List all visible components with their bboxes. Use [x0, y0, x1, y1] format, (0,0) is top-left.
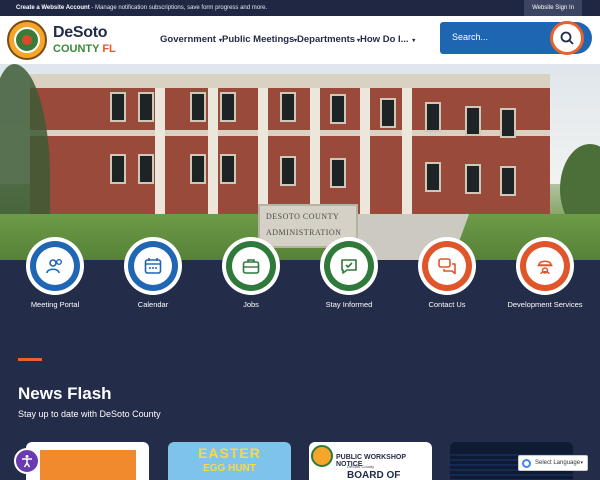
people-icon [46, 259, 62, 274]
chevron-down-icon: ▾ [580, 460, 583, 466]
briefcase-icon [242, 259, 260, 274]
news-card-easter-egg-hunt[interactable]: EASTER EGG HUNT [168, 442, 291, 480]
quick-link-label: Development Services [507, 300, 583, 309]
news-card[interactable] [26, 442, 149, 480]
news-card-org: DeSoto County [347, 464, 375, 469]
message-icon [341, 259, 357, 274]
search-button[interactable] [550, 21, 584, 55]
news-card-subheadline: EGG HUNT [203, 463, 256, 474]
brand-county: COUNTY [53, 43, 100, 55]
nav-how-do-i-label: How Do I... [360, 34, 409, 45]
news-card-headline: EASTER [198, 445, 261, 461]
hero-image: DESOTO COUNTY ADMINISTRATION [0, 64, 600, 260]
create-account-link[interactable]: Create a Website Account - Manage notifi… [16, 5, 267, 11]
quick-link-label: Contact Us [428, 300, 466, 309]
quick-link-label: Jobs [243, 300, 259, 309]
calendar-icon [144, 258, 162, 274]
news-card-public-workshop[interactable]: PUBLIC WORKSHOP NOTICE DeSoto County BOA… [309, 442, 432, 480]
search-input[interactable]: Search... [452, 32, 488, 42]
nav-departments-label: Departments [297, 34, 356, 45]
search-icon [560, 31, 574, 45]
language-selector[interactable]: Select Language ▾ [518, 455, 588, 471]
section-accent-bar [18, 358, 42, 361]
chevron-down-icon: ▾ [412, 38, 416, 44]
news-flash-title: News Flash [18, 384, 112, 403]
utility-bar: Create a Website Account - Manage notifi… [0, 0, 600, 16]
sign-line-2: ADMINISTRATION [266, 228, 342, 237]
county-seal-icon [311, 445, 333, 467]
sign-line-1: DESOTO COUNTY [266, 212, 340, 221]
quick-link-label: Meeting Portal [30, 300, 80, 309]
nav-how-do-i[interactable]: ▾How Do I... ▾ [356, 34, 415, 45]
language-selector-label: Select Language [535, 460, 581, 466]
brand-state: FL [102, 43, 116, 55]
nav-departments[interactable]: ▾Departments [293, 34, 355, 45]
quick-link-label: Stay Informed [325, 300, 373, 309]
nav-public-meetings[interactable]: ▾Public Meetings [218, 34, 294, 45]
news-flash-subtitle: Stay up to date with DeSoto County [18, 409, 161, 419]
news-card-image [40, 450, 136, 480]
google-translate-icon [522, 459, 531, 468]
hardhat-gear-icon [537, 260, 553, 275]
news-card-subheadline: BOARD OF [347, 470, 401, 480]
create-account-label[interactable]: Create a Website Account [16, 5, 90, 11]
brand-subtitle[interactable]: COUNTY FL [53, 43, 116, 55]
brand-name[interactable]: DeSoto [53, 24, 108, 42]
nav-public-meetings-label: Public Meetings [222, 34, 295, 45]
quick-link-label: Calendar [137, 300, 169, 309]
accessibility-icon [22, 455, 32, 468]
county-seal-logo[interactable] [7, 20, 47, 60]
site-header: DeSoto COUNTY FL Government ▾Public Meet… [0, 16, 600, 64]
sign-in-button[interactable]: Website Sign In [524, 0, 582, 16]
search-box[interactable]: Search... [440, 21, 592, 55]
create-account-description: - Manage notification subscriptions, sav… [89, 5, 268, 11]
nav-government-label: Government [160, 34, 216, 45]
chat-bubbles-icon [438, 258, 456, 275]
accessibility-button[interactable] [14, 448, 40, 474]
quick-links: Meeting Portal Calendar Jobs Stay Inform… [0, 237, 600, 317]
nav-government[interactable]: Government [160, 34, 216, 45]
